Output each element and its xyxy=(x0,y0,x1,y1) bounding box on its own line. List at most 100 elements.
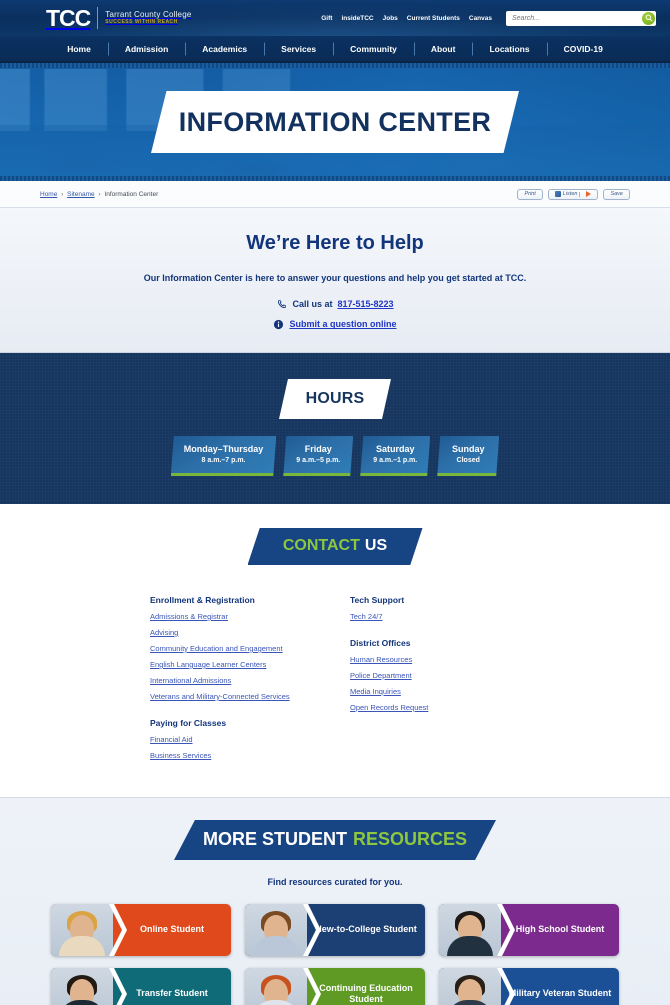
student-photo xyxy=(51,903,113,956)
nav-item-academics[interactable]: Academics xyxy=(185,44,264,54)
logo-abbreviation: TCC xyxy=(46,4,91,31)
resource-card-label: New-to-College Student xyxy=(315,924,417,935)
nav-item-locations[interactable]: Locations xyxy=(472,44,546,54)
hours-card-monday-thursday: Monday–Thursday 8 a.m.–7 p.m. xyxy=(171,436,277,476)
hours-time: 9 a.m.–5 p.m. xyxy=(296,456,341,464)
hours-card-sunday: Sunday Closed xyxy=(437,436,499,476)
resource-card-label: Continuing Education Student xyxy=(319,982,413,1004)
site-logo[interactable]: TCC Tarrant County College SUCCESS WITHI… xyxy=(46,4,192,31)
utility-link-jobs[interactable]: Jobs xyxy=(383,15,398,22)
resources-subtitle: Find resources curated for you. xyxy=(267,876,403,887)
contact-column-right: Tech Support Tech 24/7 District Offices … xyxy=(350,595,550,767)
hours-badge: HOURS xyxy=(279,378,391,419)
link-international-admissions[interactable]: International Admissions xyxy=(150,676,350,685)
logo-tagline: SUCCESS WITHIN REACH xyxy=(105,19,178,26)
top-utility-bar: TCC Tarrant County College SUCCESS WITHI… xyxy=(0,0,670,36)
group-heading-paying-for-classes: Paying for Classes xyxy=(150,717,227,728)
group-heading-tech-support: Tech Support xyxy=(350,594,405,605)
breadcrumb-home[interactable]: Home xyxy=(40,191,57,198)
hours-card-friday: Friday 9 a.m.–5 p.m. xyxy=(283,436,353,476)
submit-question-link[interactable]: Submit a question online xyxy=(289,319,396,329)
help-heading: We’re Here to Help xyxy=(246,232,424,254)
link-community-education[interactable]: Community Education and Engagement xyxy=(150,644,350,653)
listen-button[interactable]: Listen xyxy=(547,188,599,200)
resource-cards: Online Student New-to-College Student Hi… xyxy=(0,903,670,1005)
hours-day: Saturday xyxy=(375,443,415,454)
print-button[interactable]: Print xyxy=(517,188,543,200)
resource-card-military-veteran-student[interactable]: Military Veteran Student xyxy=(439,967,619,1005)
info-icon xyxy=(273,319,284,330)
student-photo xyxy=(439,903,501,956)
save-button[interactable]: Save xyxy=(603,188,630,200)
link-open-records-request[interactable]: Open Records Request xyxy=(350,703,550,712)
breadcrumb-separator-2: › xyxy=(98,190,101,198)
play-button[interactable] xyxy=(579,191,595,197)
search-icon[interactable] xyxy=(642,11,655,25)
submit-question-row: Submit a question online xyxy=(70,319,600,330)
nav-item-about[interactable]: About xyxy=(414,44,473,54)
contact-section: CONTACT US Enrollment & Registration Adm… xyxy=(0,503,670,797)
group-heading-district-offices: District Offices xyxy=(350,637,411,648)
student-photo xyxy=(245,903,307,956)
hero-bottom-edge xyxy=(0,176,670,181)
breadcrumb-current: Information Center xyxy=(104,190,159,198)
help-section: We’re Here to Help Our Information Cente… xyxy=(0,208,670,353)
call-prefix: Call us at xyxy=(292,299,333,310)
play-icon xyxy=(586,191,592,197)
link-media-inquiries[interactable]: Media Inquiries xyxy=(350,687,550,696)
hours-time: 8 a.m.–7 p.m. xyxy=(201,456,246,464)
nav-item-covid19[interactable]: COVID-19 xyxy=(547,44,620,54)
link-financial-aid[interactable]: Financial Aid xyxy=(150,735,350,744)
resource-card-online-student[interactable]: Online Student xyxy=(51,903,231,956)
nav-item-admission[interactable]: Admission xyxy=(108,44,185,54)
utility-nav: Gift insideTCC Jobs Current Students Can… xyxy=(321,10,656,26)
hours-time: 9 a.m.–1 p.m. xyxy=(373,456,418,464)
nav-item-community[interactable]: Community xyxy=(333,44,414,54)
resources-ribbon-word-1: MORE STUDENT xyxy=(202,829,347,850)
utility-link-current-students[interactable]: Current Students xyxy=(407,15,460,22)
resource-card-continuing-education-student[interactable]: Continuing Education Student xyxy=(245,967,425,1005)
student-photo xyxy=(245,967,307,1005)
hero-top-edge xyxy=(0,63,670,68)
resources-section: MORE STUDENT RESOURCES Find resources cu… xyxy=(0,796,670,1005)
hours-card-saturday: Saturday 9 a.m.–1 p.m. xyxy=(360,436,430,476)
contact-us-ribbon: CONTACT US xyxy=(247,527,423,565)
nav-item-home[interactable]: Home xyxy=(50,44,108,54)
link-admissions-registrar[interactable]: Admissions & Registrar xyxy=(150,612,350,621)
link-tech-247[interactable]: Tech 24/7 xyxy=(350,612,550,621)
main-navigation: Home Admission Academics Services Commun… xyxy=(0,36,670,63)
resource-card-label: Military Veteran Student xyxy=(508,988,612,999)
resource-card-transfer-student[interactable]: Transfer Student xyxy=(51,967,231,1005)
hours-day: Sunday xyxy=(451,443,485,454)
resource-card-label: Transfer Student xyxy=(136,988,208,999)
link-veterans-military-connected-services[interactable]: Veterans and Military-Connected Services xyxy=(150,692,350,701)
resource-card-high-school-student[interactable]: High School Student xyxy=(439,903,619,956)
listen-label: Listen xyxy=(562,191,578,197)
hours-section: HOURS Monday–Thursday 8 a.m.–7 p.m. Frid… xyxy=(0,352,670,504)
link-human-resources[interactable]: Human Resources xyxy=(350,655,550,664)
link-police-department[interactable]: Police Department xyxy=(350,671,550,680)
link-advising[interactable]: Advising xyxy=(150,628,350,637)
utility-link-insidetcc[interactable]: insideTCC xyxy=(341,15,373,22)
resource-card-new-to-college-student[interactable]: New-to-College Student xyxy=(245,903,425,956)
phone-link[interactable]: 817-515-8223 xyxy=(337,299,393,309)
page-title-banner: INFORMATION CENTER xyxy=(151,91,519,153)
student-photo xyxy=(51,967,113,1005)
breadcrumb-separator-1: › xyxy=(61,190,64,198)
link-business-services[interactable]: Business Services xyxy=(150,751,350,760)
phone-icon xyxy=(276,299,287,310)
link-english-language-learner-centers[interactable]: English Language Learner Centers xyxy=(150,660,350,669)
utility-link-canvas[interactable]: Canvas xyxy=(469,15,492,22)
resources-ribbon-word-2: RESOURCES xyxy=(352,829,468,850)
breadcrumb-sitename[interactable]: Sitename xyxy=(67,191,94,198)
nav-item-services[interactable]: Services xyxy=(264,44,333,54)
call-row: Call us at 817-515-8223 xyxy=(70,299,600,310)
utility-link-gift[interactable]: Gift xyxy=(321,15,332,22)
contact-ribbon-word-2: US xyxy=(364,537,388,555)
hours-cards: Monday–Thursday 8 a.m.–7 p.m. Friday 9 a… xyxy=(0,436,670,476)
student-photo xyxy=(439,967,501,1005)
search-box xyxy=(506,10,656,26)
search-input[interactable] xyxy=(506,14,631,22)
contact-column-left: Enrollment & Registration Admissions & R… xyxy=(150,595,350,767)
logo-divider xyxy=(97,7,99,29)
